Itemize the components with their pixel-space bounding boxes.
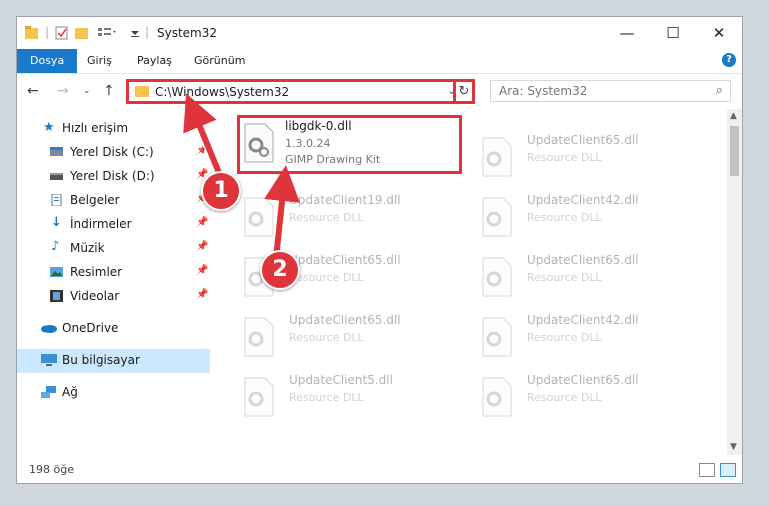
arrow-to-file: [264, 165, 300, 259]
callout-2: 2: [260, 250, 300, 290]
annotation-arrows: [183, 93, 300, 259]
arrow-to-address: [183, 93, 225, 182]
callout-1: 1: [201, 171, 241, 211]
